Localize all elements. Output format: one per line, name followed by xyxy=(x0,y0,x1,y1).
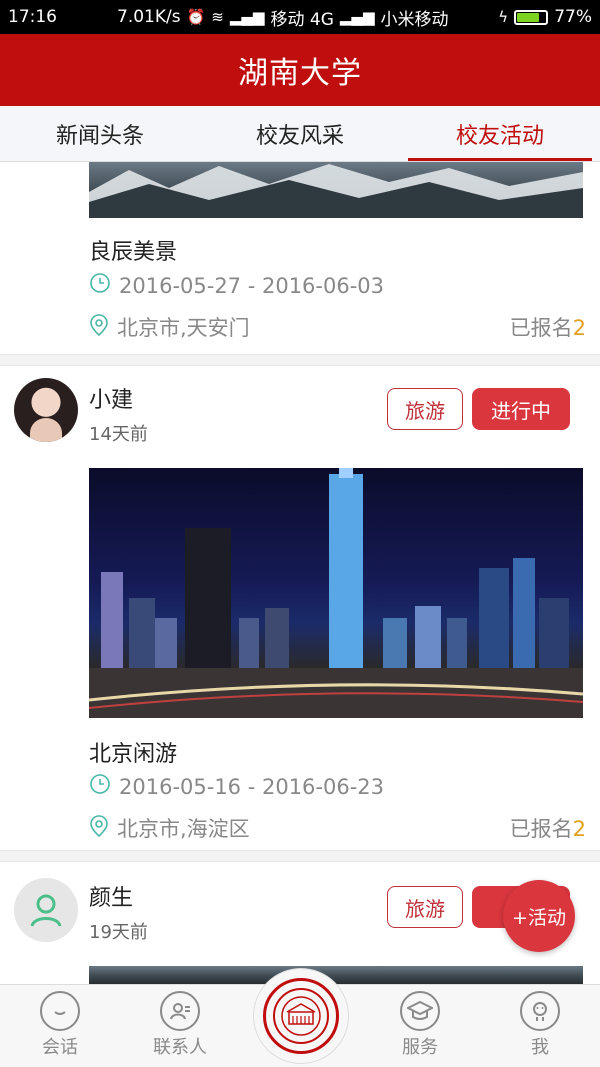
nav-item-chat[interactable]: 会话 xyxy=(10,991,110,1059)
chat-icon xyxy=(40,991,80,1031)
activity-feed[interactable]: 良辰美景 2016-05-27 - 2016-06-03 北京市,天安门 已报名… xyxy=(0,162,600,984)
default-user-icon xyxy=(30,894,62,927)
clock-icon xyxy=(89,272,111,299)
university-emblem-button[interactable] xyxy=(253,968,349,1064)
charging-icon: ϟ xyxy=(498,8,509,26)
status-bar: 17:16 7.01K/s ⏰ ≋ ▂▄▆ 移动 4G ▂▄▆ 小米移动 ϟ 7… xyxy=(0,0,600,34)
contacts-icon xyxy=(160,991,200,1031)
user-name: 颜生 xyxy=(89,886,134,911)
activity-card[interactable]: 小建 14天前 旅游 进行中 北京闲游 2016-05-16 - 2016-06… xyxy=(0,366,600,850)
category-tag[interactable]: 旅游 xyxy=(387,886,463,928)
tab-bar: 新闻头条 校友风采 校友活动 xyxy=(0,106,600,162)
tab-alumni-activities[interactable]: 校友活动 xyxy=(400,106,600,161)
app-header: 湖南大学 xyxy=(0,34,600,106)
tab-alumni-profiles[interactable]: 校友风采 xyxy=(200,106,400,161)
activity-card[interactable]: 良辰美景 2016-05-27 - 2016-06-03 北京市,天安门 已报名… xyxy=(0,162,600,354)
post-time: 19天前 xyxy=(89,922,148,943)
status-badge[interactable]: 进行中 xyxy=(472,388,570,430)
user-name: 小建 xyxy=(89,388,134,413)
nav-item-services[interactable]: 服务 xyxy=(370,991,470,1059)
avatar[interactable] xyxy=(14,378,78,442)
wifi-icon: ≋ xyxy=(211,8,224,26)
signal-icon: ▂▄▆ xyxy=(229,8,265,26)
alarm-icon: ⏰ xyxy=(186,8,206,26)
profile-icon xyxy=(520,991,560,1031)
battery-icon xyxy=(514,9,549,25)
university-seal-icon xyxy=(263,978,339,1054)
tab-news[interactable]: 新闻头条 xyxy=(0,106,200,161)
carrier-2: 小米移动 xyxy=(380,9,449,30)
page-title: 湖南大学 xyxy=(238,56,362,91)
avatar[interactable] xyxy=(14,878,78,942)
add-activity-button[interactable]: +活动 xyxy=(503,880,575,952)
location-pin-icon xyxy=(89,313,109,342)
activity-location: 北京市,海淀区 xyxy=(89,813,250,843)
nav-item-contacts[interactable]: 联系人 xyxy=(130,991,230,1059)
clock-icon xyxy=(89,773,111,800)
activity-title: 良辰美景 xyxy=(89,240,178,265)
network-speed: 7.01K/s xyxy=(117,7,181,27)
activity-image xyxy=(89,468,583,718)
card-divider xyxy=(0,354,600,366)
activity-dates: 2016-05-27 - 2016-06-03 xyxy=(89,272,384,299)
category-tag[interactable]: 旅游 xyxy=(387,388,463,430)
carrier-1: 移动 4G xyxy=(270,9,334,30)
activity-location: 北京市,天安门 xyxy=(89,312,250,342)
activity-image xyxy=(89,162,583,218)
activity-image xyxy=(89,966,583,984)
signup-count: 已报名2 xyxy=(509,316,586,340)
signup-count: 已报名2 xyxy=(509,817,586,841)
card-divider xyxy=(0,850,600,862)
location-pin-icon xyxy=(89,814,109,843)
nav-item-me[interactable]: 我 xyxy=(490,991,590,1059)
graduation-cap-icon xyxy=(400,991,440,1031)
activity-title: 北京闲游 xyxy=(89,742,178,767)
signal-icon-2: ▂▄▆ xyxy=(339,8,375,26)
post-time: 14天前 xyxy=(89,424,148,445)
battery-percent: 77% xyxy=(554,7,592,27)
status-time: 17:16 xyxy=(8,7,57,27)
activity-dates: 2016-05-16 - 2016-06-23 xyxy=(89,773,384,800)
